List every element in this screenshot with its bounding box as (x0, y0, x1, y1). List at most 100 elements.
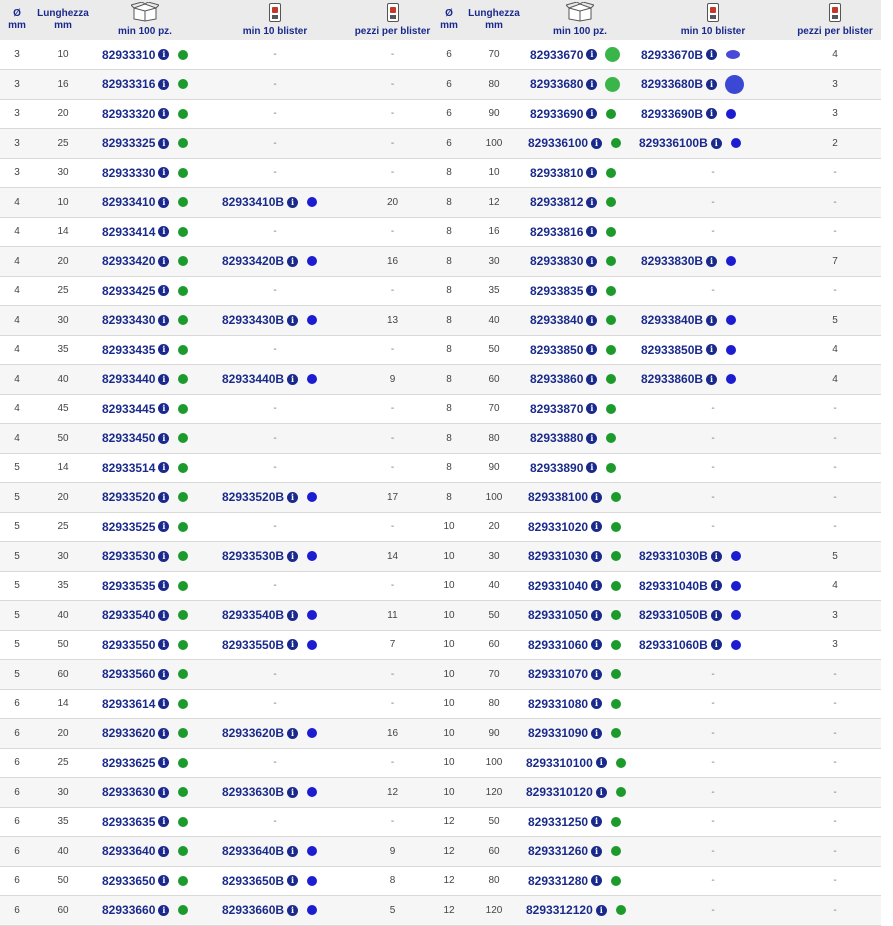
info-icon[interactable]: i (158, 285, 170, 297)
info-icon[interactable]: i (287, 875, 299, 887)
info-icon[interactable]: i (158, 639, 170, 651)
code-100-link[interactable]: 82933420 (102, 254, 155, 268)
info-icon[interactable]: i (158, 521, 170, 533)
code-100-link[interactable]: 82933325 (102, 136, 155, 150)
info-icon[interactable]: i (287, 727, 299, 739)
info-icon[interactable]: i (586, 78, 598, 90)
info-icon[interactable]: i (586, 285, 598, 297)
info-icon[interactable]: i (710, 639, 722, 651)
code-100-link[interactable]: 82933614 (102, 697, 155, 711)
info-icon[interactable]: i (158, 462, 170, 474)
info-icon[interactable]: i (706, 78, 718, 90)
info-icon[interactable]: i (158, 226, 170, 238)
info-icon[interactable]: i (586, 167, 598, 179)
info-icon[interactable]: i (591, 521, 603, 533)
code-100-2-link[interactable]: 82933840 (530, 313, 583, 327)
code-100-2-link[interactable]: 829331260 (528, 844, 588, 858)
info-icon[interactable]: i (158, 786, 170, 798)
code-100-link[interactable]: 82933535 (102, 579, 155, 593)
code-100-2-link[interactable]: 82933835 (530, 284, 583, 298)
code-blister-2-link[interactable]: 829336100B (639, 136, 708, 150)
info-icon[interactable]: i (287, 373, 299, 385)
info-icon[interactable]: i (158, 373, 170, 385)
code-blister-link[interactable]: 82933520B (222, 490, 284, 504)
info-icon[interactable]: i (287, 491, 299, 503)
info-icon[interactable]: i (706, 344, 718, 356)
info-icon[interactable]: i (706, 255, 718, 267)
info-icon[interactable]: i (586, 196, 598, 208)
code-blister-2-link[interactable]: 82933690B (641, 107, 703, 121)
code-blister-2-link[interactable]: 829331040B (639, 579, 708, 593)
info-icon[interactable]: i (706, 108, 718, 120)
info-icon[interactable]: i (586, 344, 598, 356)
code-100-link[interactable]: 82933316 (102, 77, 155, 91)
info-icon[interactable]: i (586, 314, 598, 326)
info-icon[interactable]: i (591, 845, 603, 857)
code-100-link[interactable]: 82933445 (102, 402, 155, 416)
code-100-2-link[interactable]: 82933690 (530, 107, 583, 121)
code-blister-2-link[interactable]: 82933860B (641, 372, 703, 386)
info-icon[interactable]: i (287, 196, 299, 208)
info-icon[interactable]: i (586, 432, 598, 444)
code-blister-link[interactable]: 82933660B (222, 903, 284, 917)
code-blister-2-link[interactable]: 82933850B (641, 343, 703, 357)
code-100-2-link[interactable]: 829331070 (528, 667, 588, 681)
info-icon[interactable]: i (158, 609, 170, 621)
code-100-link[interactable]: 82933430 (102, 313, 155, 327)
info-icon[interactable]: i (706, 49, 718, 60)
code-blister-link[interactable]: 82933440B (222, 372, 284, 386)
code-100-link[interactable]: 82933330 (102, 166, 155, 180)
code-100-2-link[interactable]: 829331050 (528, 608, 588, 622)
info-icon[interactable]: i (287, 786, 299, 798)
code-100-2-link[interactable]: 829336100 (528, 136, 588, 150)
info-icon[interactable]: i (591, 137, 603, 149)
code-100-2-link[interactable]: 82933810 (530, 166, 583, 180)
info-icon[interactable]: i (591, 639, 603, 651)
code-100-2-link[interactable]: 82933680 (530, 77, 583, 91)
code-blister-link[interactable]: 82933620B (222, 726, 284, 740)
info-icon[interactable]: i (158, 167, 170, 179)
info-icon[interactable]: i (287, 609, 299, 621)
info-icon[interactable]: i (158, 137, 170, 149)
info-icon[interactable]: i (595, 904, 607, 916)
info-icon[interactable]: i (591, 727, 603, 739)
info-icon[interactable]: i (158, 845, 170, 857)
info-icon[interactable]: i (591, 698, 603, 710)
code-100-link[interactable]: 82933450 (102, 431, 155, 445)
code-blister-link[interactable]: 82933650B (222, 874, 284, 888)
info-icon[interactable]: i (586, 403, 598, 415)
code-100-2-link[interactable]: 8293310100 (526, 756, 593, 770)
code-100-2-link[interactable]: 829331280 (528, 874, 588, 888)
code-100-link[interactable]: 82933414 (102, 225, 155, 239)
code-100-2-link[interactable]: 82933830 (530, 254, 583, 268)
code-blister-link[interactable]: 82933640B (222, 844, 284, 858)
info-icon[interactable]: i (586, 255, 598, 267)
info-icon[interactable]: i (158, 432, 170, 444)
code-100-link[interactable]: 82933435 (102, 343, 155, 357)
info-icon[interactable]: i (158, 816, 170, 828)
info-icon[interactable]: i (287, 845, 299, 857)
info-icon[interactable]: i (158, 757, 170, 769)
info-icon[interactable]: i (287, 314, 299, 326)
code-blister-2-link[interactable]: 829331030B (639, 549, 708, 563)
code-100-link[interactable]: 82933310 (102, 48, 155, 62)
code-100-2-link[interactable]: 82933812 (530, 195, 583, 209)
code-100-2-link[interactable]: 82933890 (530, 461, 583, 475)
code-100-2-link[interactable]: 829338100 (528, 490, 588, 504)
code-blister-link[interactable]: 82933540B (222, 608, 284, 622)
code-100-link[interactable]: 82933425 (102, 284, 155, 298)
code-blister-2-link[interactable]: 82933670B (641, 48, 703, 62)
code-100-2-link[interactable]: 829331020 (528, 520, 588, 534)
code-100-link[interactable]: 82933560 (102, 667, 155, 681)
info-icon[interactable]: i (158, 49, 170, 60)
code-100-link[interactable]: 82933520 (102, 490, 155, 504)
code-100-link[interactable]: 82933320 (102, 107, 155, 121)
code-100-link[interactable]: 82933525 (102, 520, 155, 534)
info-icon[interactable]: i (158, 904, 170, 916)
info-icon[interactable]: i (158, 78, 170, 90)
code-blister-2-link[interactable]: 82933680B (641, 77, 703, 91)
code-100-2-link[interactable]: 8293310120 (526, 785, 593, 799)
info-icon[interactable]: i (586, 373, 598, 385)
info-icon[interactable]: i (586, 226, 598, 238)
info-icon[interactable]: i (706, 373, 718, 385)
